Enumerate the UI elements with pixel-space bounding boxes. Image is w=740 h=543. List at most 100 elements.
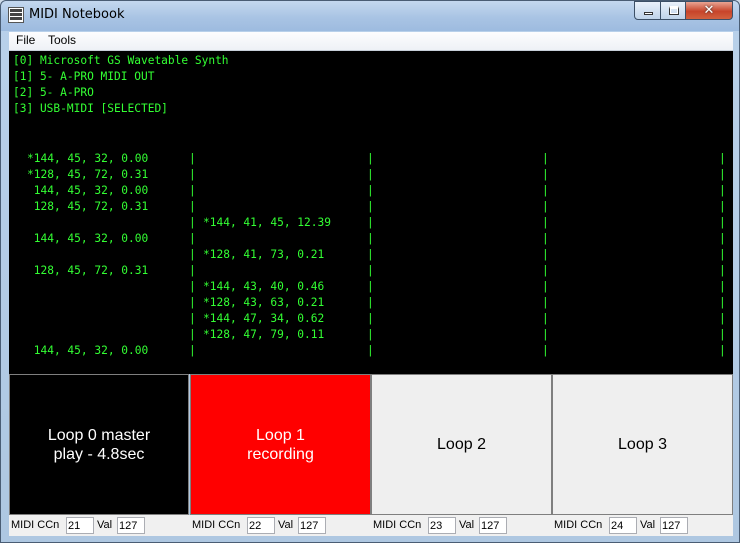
menu-bar: File Tools	[9, 32, 733, 51]
cc-value-input[interactable]	[660, 517, 688, 534]
column-separator: |	[542, 152, 549, 165]
column-separator: |	[542, 312, 549, 325]
menu-tools[interactable]: Tools	[48, 33, 76, 47]
column-separator: |	[367, 216, 374, 229]
column-separator: |	[542, 232, 549, 245]
cc-label: MIDI CCn	[554, 519, 603, 531]
column-separator: |	[189, 328, 196, 341]
val-label: Val	[278, 519, 294, 531]
loop-button-1[interactable]: Loop 1 recording	[190, 374, 371, 515]
column-separator: |	[719, 344, 726, 357]
column-separator: |	[719, 280, 726, 293]
midi-event: *128, 43, 63, 0.21	[203, 296, 325, 309]
column-separator: |	[542, 328, 549, 341]
column-separator: |	[719, 200, 726, 213]
column-separator: |	[542, 280, 549, 293]
column-separator: |	[189, 344, 196, 357]
midi-event: 144, 45, 32, 0.00	[27, 184, 149, 197]
midi-event: *128, 47, 79, 0.11	[203, 328, 325, 341]
cc-label: MIDI CCn	[192, 519, 241, 531]
column-separator: |	[542, 168, 549, 181]
window-title: MIDI Notebook	[29, 7, 125, 22]
device-line: [3] USB-MIDI [SELECTED]	[13, 102, 168, 115]
column-separator: |	[367, 184, 374, 197]
close-button[interactable]: ✕	[685, 1, 733, 20]
column-separator: |	[189, 296, 196, 309]
column-separator: |	[542, 184, 549, 197]
column-separator: |	[367, 200, 374, 213]
loop-button-3[interactable]: Loop 3	[552, 374, 733, 515]
column-separator: |	[367, 328, 374, 341]
midi-event: 144, 45, 32, 0.00	[27, 232, 149, 245]
close-icon: ✕	[703, 3, 715, 18]
column-separator: |	[719, 216, 726, 229]
column-separator: |	[542, 264, 549, 277]
column-separator: |	[367, 296, 374, 309]
column-separator: |	[719, 232, 726, 245]
midi-event: *144, 45, 32, 0.00	[27, 152, 149, 165]
loop-label: Loop 1	[256, 426, 305, 444]
app-window: MIDI Notebook ✕ File Tools [0] Microsoft…	[0, 0, 740, 543]
column-separator: |	[367, 232, 374, 245]
column-separator: |	[719, 168, 726, 181]
column-separator: |	[367, 280, 374, 293]
cc-number-input[interactable]	[428, 517, 456, 534]
midi-event: 128, 45, 72, 0.31	[27, 200, 149, 213]
app-icon[interactable]	[8, 7, 24, 23]
cc-label: MIDI CCn	[11, 519, 60, 531]
column-separator: |	[367, 152, 374, 165]
midi-console: [0] Microsoft GS Wavetable Synth [1] 5- …	[9, 51, 733, 374]
column-separator: |	[719, 312, 726, 325]
midi-event: *144, 47, 34, 0.62	[203, 312, 325, 325]
cc-number-input[interactable]	[609, 517, 637, 534]
loop-panel: Loop 0 master play - 4.8sec Loop 1 recor…	[9, 374, 733, 515]
loop-button-0[interactable]: Loop 0 master play - 4.8sec	[9, 374, 189, 515]
column-separator: |	[542, 200, 549, 213]
column-separator: |	[367, 264, 374, 277]
minimize-button[interactable]	[634, 1, 661, 20]
column-separator: |	[367, 248, 374, 261]
midi-event: *144, 43, 40, 0.46	[203, 280, 325, 293]
loop-button-2[interactable]: Loop 2	[371, 374, 552, 515]
cc-value-input[interactable]	[117, 517, 145, 534]
cc-value-input[interactable]	[298, 517, 326, 534]
device-line: [1] 5- A-PRO MIDI OUT	[13, 70, 155, 83]
column-separator: |	[542, 344, 549, 357]
column-separator: |	[189, 216, 196, 229]
cc-number-input[interactable]	[66, 517, 94, 534]
column-separator: |	[719, 248, 726, 261]
device-line: [0] Microsoft GS Wavetable Synth	[13, 54, 229, 67]
menu-file[interactable]: File	[16, 33, 35, 47]
cc-group-1: MIDI CCn Val	[192, 517, 370, 534]
column-separator: |	[367, 312, 374, 325]
column-separator: |	[189, 312, 196, 325]
val-label: Val	[640, 519, 656, 531]
loop-label: Loop 3	[618, 436, 667, 453]
column-separator: |	[719, 264, 726, 277]
loop-status: play - 4.8sec	[53, 445, 145, 463]
column-separator: |	[719, 296, 726, 309]
cc-group-3: MIDI CCn Val	[554, 517, 732, 534]
cc-label: MIDI CCn	[373, 519, 422, 531]
midi-event: *144, 41, 45, 12.39	[203, 216, 331, 229]
maximize-icon	[669, 6, 679, 15]
device-line: [2] 5- A-PRO	[13, 86, 94, 99]
maximize-button[interactable]	[660, 1, 686, 20]
column-separator: |	[542, 216, 549, 229]
minimize-icon	[644, 12, 653, 15]
column-separator: |	[542, 296, 549, 309]
midi-event: 128, 45, 72, 0.31	[27, 264, 149, 277]
loop-label: Loop 0 master	[47, 426, 151, 444]
column-separator: |	[189, 168, 196, 181]
cc-group-0: MIDI CCn Val	[11, 517, 189, 534]
cc-value-input[interactable]	[479, 517, 507, 534]
title-bar[interactable]: MIDI Notebook ✕	[1, 1, 739, 31]
loop-label: Loop 2	[437, 436, 486, 453]
val-label: Val	[459, 519, 475, 531]
cc-control-bar: MIDI CCn Val MIDI CCn Val MIDI CCn Val M…	[9, 515, 733, 536]
cc-number-input[interactable]	[247, 517, 275, 534]
column-separator: |	[367, 168, 374, 181]
column-separator: |	[719, 184, 726, 197]
column-separator: |	[189, 280, 196, 293]
midi-event: *128, 41, 73, 0.21	[203, 248, 325, 261]
